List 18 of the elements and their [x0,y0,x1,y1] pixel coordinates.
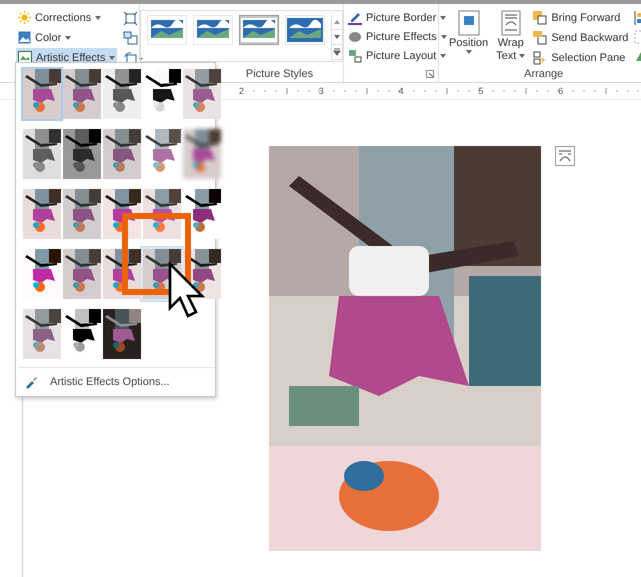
menu-button[interactable]: Picture Border [346,8,438,27]
menu-button[interactable]: Send Backward [531,28,630,47]
ruler-number: 6 [558,86,564,96]
menu-button[interactable]: Selection Pane [531,48,630,67]
ruler-number: 3 [318,86,324,96]
position-button[interactable]: Position [447,8,490,67]
menu-button[interactable]: Bring Forward [531,8,630,27]
wrap-text-button[interactable]: Wrap Text [494,8,528,67]
group-label: Arrange [523,68,564,80]
menu-button[interactable]: Color [16,28,118,47]
menu-item[interactable]: Artistic Effects Options... [18,367,215,396]
ruler-number: 5 [478,86,484,96]
ruler-number: 4 [398,86,404,96]
ruler-number: 2 [239,86,244,96]
menu-button[interactable]: Picture Effects [346,27,438,46]
menu-button[interactable]: Picture Layout [346,46,438,65]
menu-button[interactable]: Corrections [16,8,118,27]
group-label: Picture Styles [244,68,314,80]
